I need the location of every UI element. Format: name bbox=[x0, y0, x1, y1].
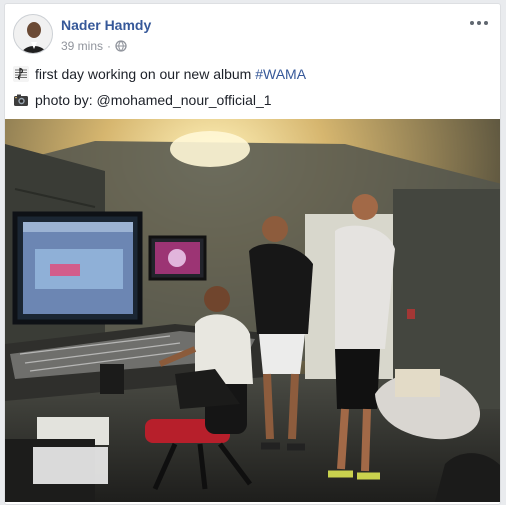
post-text: first day working on our new album #WAMA bbox=[35, 66, 307, 82]
music-note-icon bbox=[13, 66, 29, 82]
post-time[interactable]: 39 mins bbox=[61, 39, 103, 53]
meta-separator: · bbox=[107, 39, 112, 53]
hashtag-link[interactable]: #WAMA bbox=[255, 66, 306, 82]
post-text-line-2: photo by: @mohamed_nour_official_1 bbox=[13, 92, 272, 108]
post-header: Nader Hamdy 39 mins · bbox=[13, 14, 490, 58]
dot-icon bbox=[477, 21, 481, 25]
camera-icon bbox=[14, 94, 28, 106]
dot-icon bbox=[470, 21, 474, 25]
author-name[interactable]: Nader Hamdy bbox=[61, 17, 151, 33]
post-options-button[interactable] bbox=[468, 16, 490, 30]
globe-icon[interactable] bbox=[115, 40, 127, 52]
dot-icon bbox=[484, 21, 488, 25]
author-avatar[interactable] bbox=[13, 14, 53, 54]
post-card: Nader Hamdy 39 mins · first day working … bbox=[4, 3, 501, 505]
post-text-line-1: first day working on our new album #WAMA bbox=[13, 66, 306, 82]
studio-photo[interactable] bbox=[5, 119, 500, 502]
photo-credit: photo by: @mohamed_nour_official_1 bbox=[35, 92, 272, 108]
post-meta: 39 mins · bbox=[61, 39, 127, 53]
